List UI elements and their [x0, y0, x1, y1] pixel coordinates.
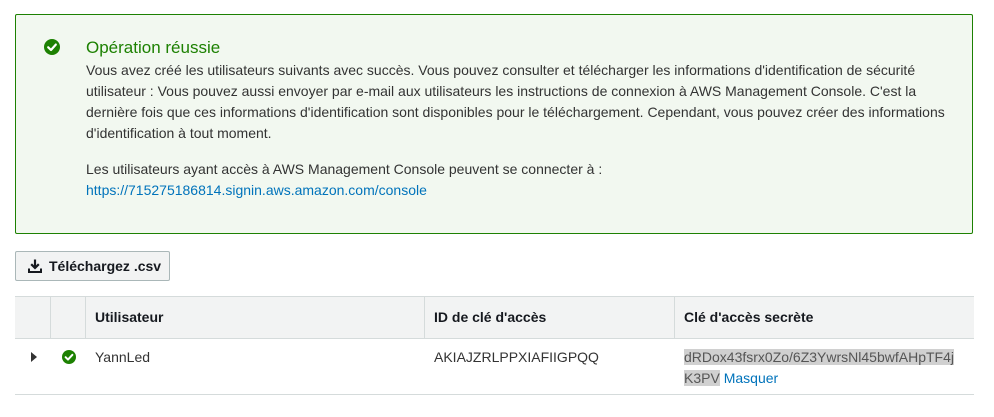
column-header-user[interactable]: Utilisateur [85, 297, 163, 338]
check-circle-icon [62, 350, 76, 364]
check-circle-icon [44, 39, 60, 55]
console-login-info: Les utilisateurs ayant accès à AWS Manag… [86, 159, 958, 201]
table-row: YannLed AKIAJZRLPPXIAFIIGPQQ dRDox43fsrx… [15, 339, 974, 395]
console-login-text: Les utilisateurs ayant accès à AWS Manag… [86, 161, 603, 177]
secret-key-cell: dRDox43fsrx0Zo/6Z3YwrsNl45bwfAHpTF4jK3PV… [684, 347, 960, 389]
download-icon [27, 258, 43, 274]
column-header-access-key-id[interactable]: ID de clé d'accès [424, 297, 546, 338]
download-csv-button[interactable]: Téléchargez .csv [15, 251, 170, 281]
expand-row-caret-icon[interactable] [31, 352, 37, 362]
column-divider [50, 297, 51, 338]
hide-secret-link[interactable]: Masquer [724, 370, 778, 386]
user-name-cell: YannLed [95, 349, 151, 365]
alert-title: Opération réussie [86, 38, 221, 57]
column-header-secret-key[interactable]: Clé d'accès secrète [674, 297, 813, 338]
table-header: Utilisateur ID de clé d'accès Clé d'accè… [15, 296, 974, 339]
download-csv-label: Téléchargez .csv [49, 258, 162, 274]
access-key-id-cell: AKIAJZRLPPXIAFIIGPQQ [434, 349, 599, 365]
console-login-link[interactable]: https://715275186814.signin.aws.amazon.c… [86, 180, 958, 201]
success-alert: Opération réussie Vous avez créé les uti… [15, 14, 973, 234]
alert-message: Vous avez créé les utilisateurs suivants… [86, 62, 945, 141]
